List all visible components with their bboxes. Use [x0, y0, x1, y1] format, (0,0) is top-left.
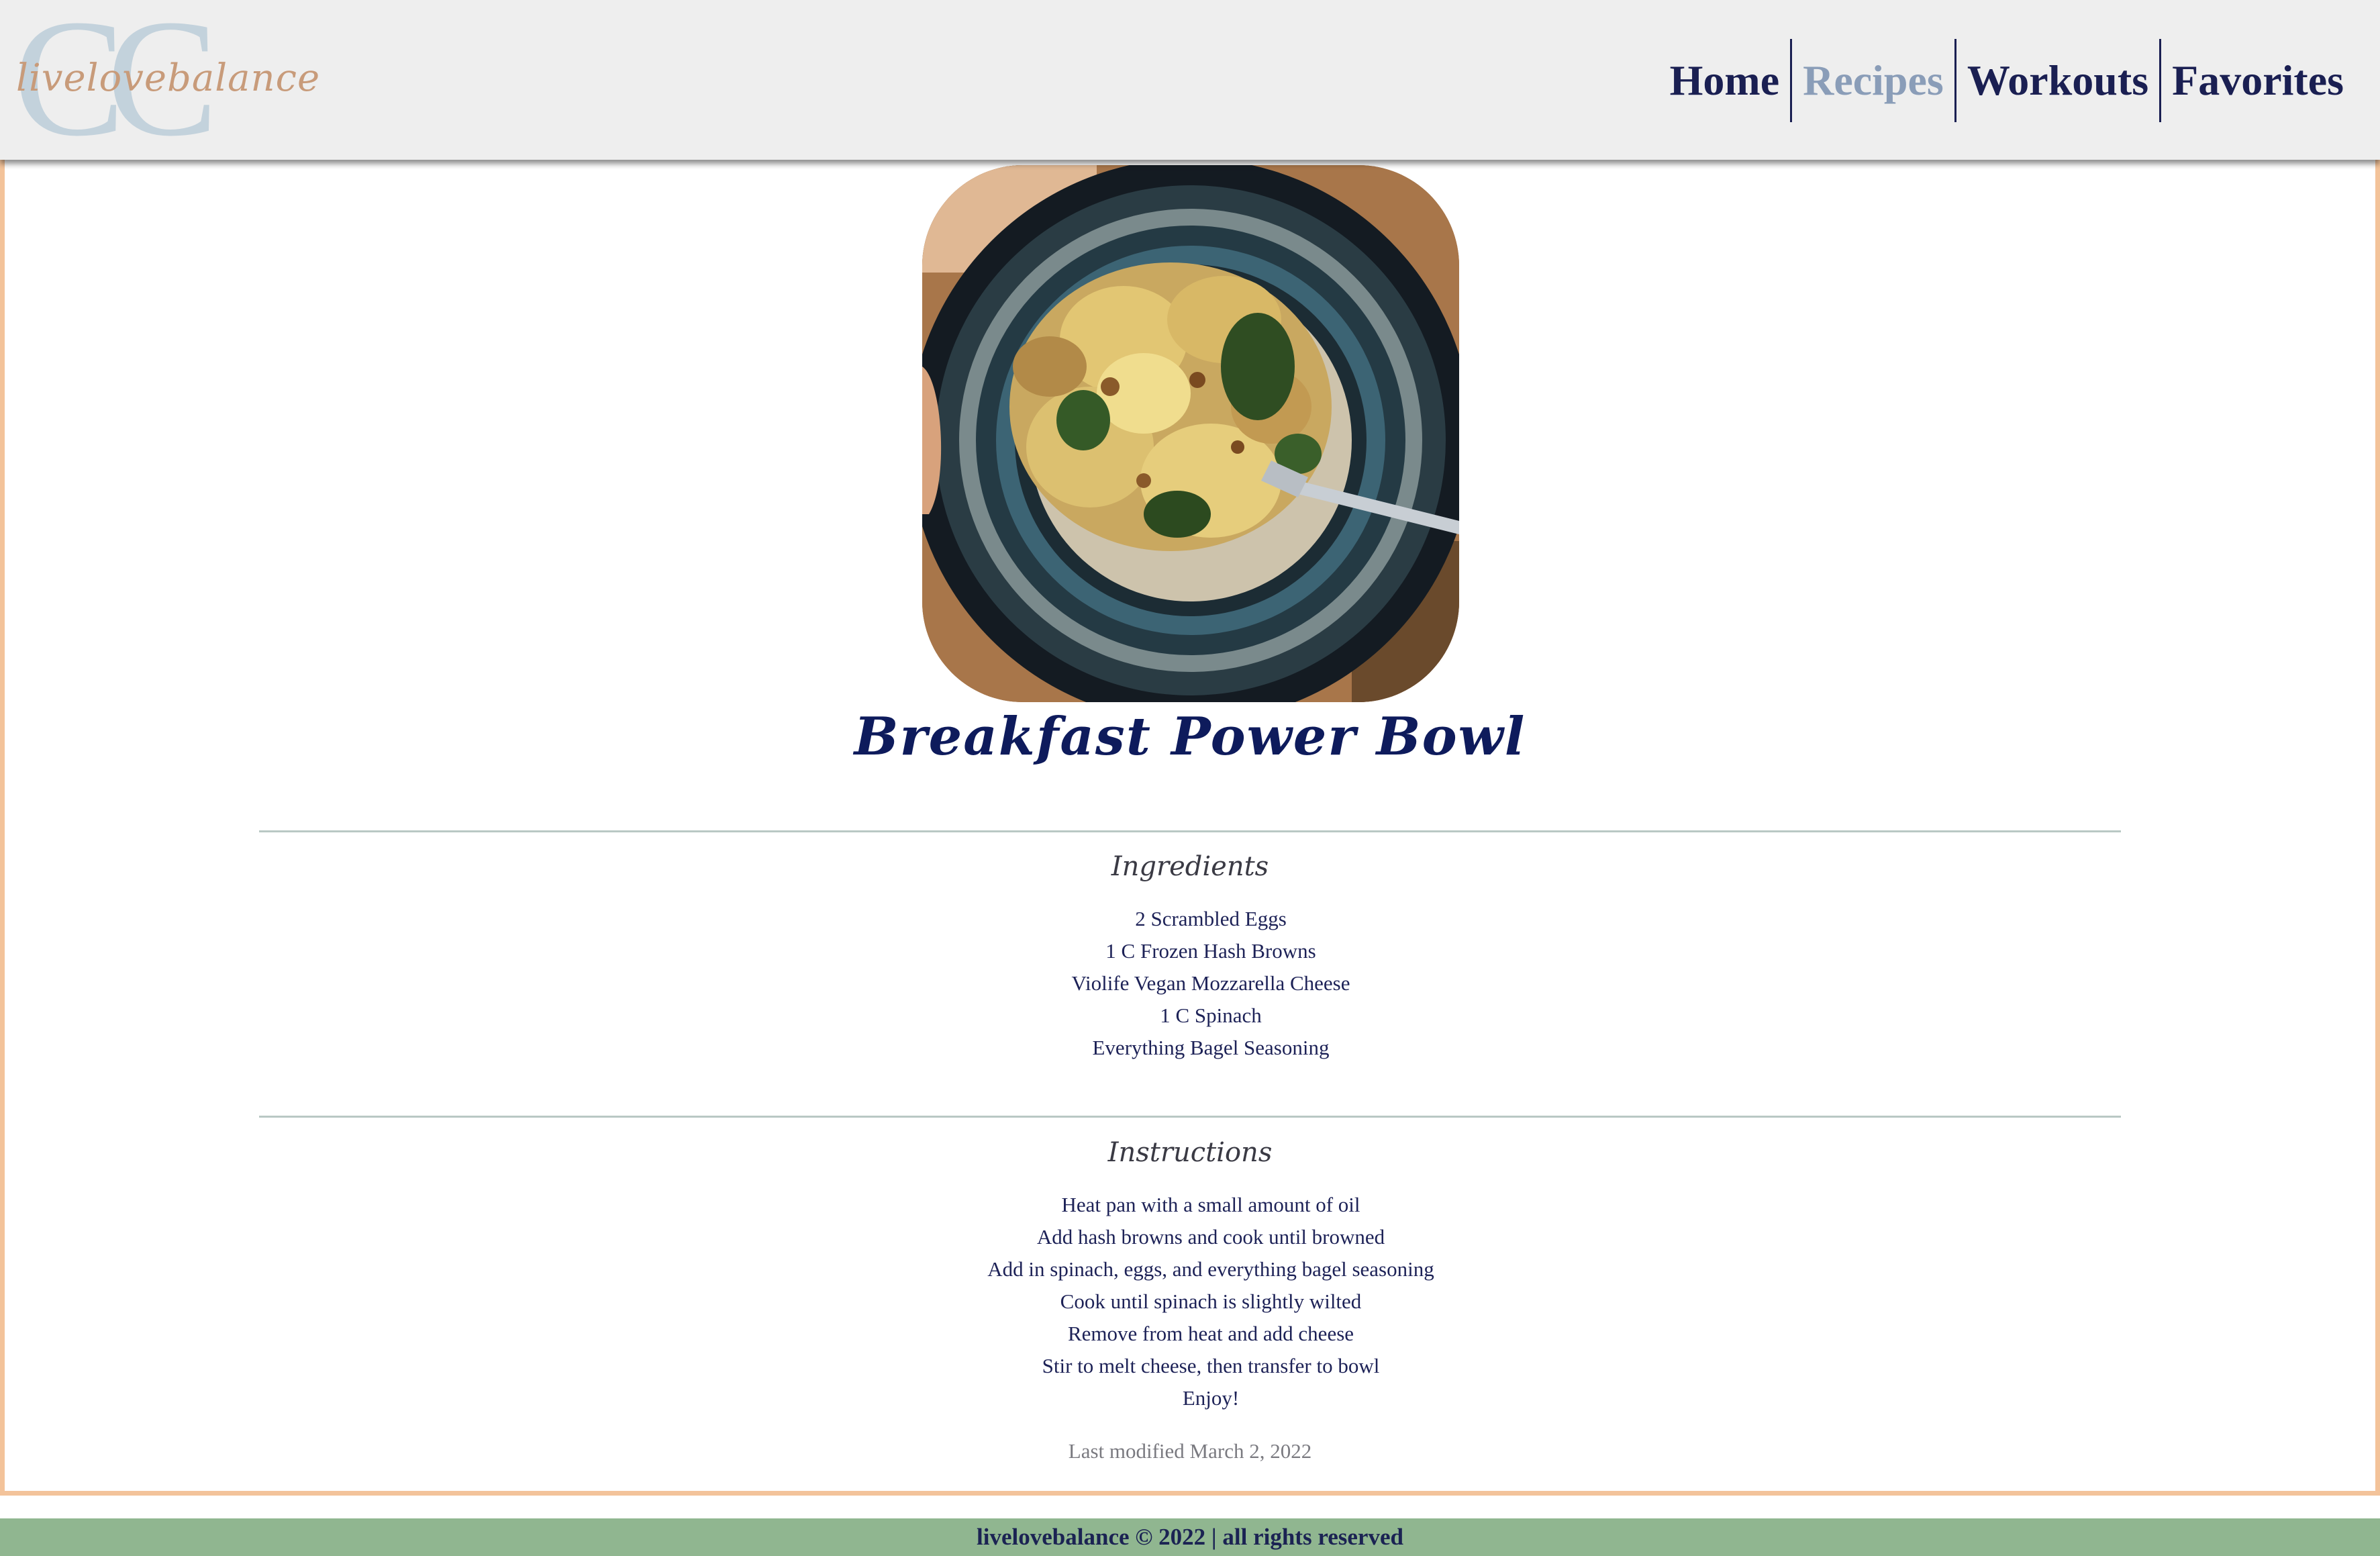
list-item: 1 C Frozen Hash Browns — [1105, 939, 1316, 963]
recipe-title: Breakfast Power Bowl — [854, 706, 1526, 767]
site-logo[interactable]: CC livelovebalance — [13, 0, 319, 162]
divider-ingredients — [259, 830, 2121, 832]
list-item: Add hash browns and cook until browned — [1036, 1225, 1385, 1249]
recipe-photo — [922, 165, 1459, 702]
main-nav: Home Recipes Workouts Favorites — [1659, 39, 2354, 122]
nav-workouts[interactable]: Workouts — [1954, 39, 2159, 122]
list-item: 1 C Spinach — [1160, 1004, 1262, 1027]
nav-recipes[interactable]: Recipes — [1790, 39, 1954, 122]
list-item: Heat pan with a small amount of oil — [1061, 1193, 1360, 1216]
divider-instructions — [259, 1116, 2121, 1118]
site-footer: livelovebalance © 2022 | all rights rese… — [0, 1518, 2380, 1556]
list-item: Add in spinach, eggs, and everything bag… — [987, 1257, 1434, 1281]
list-item: Stir to melt cheese, then transfer to bo… — [1042, 1354, 1380, 1377]
site-header: CC livelovebalance Home Recipes Workouts… — [0, 0, 2380, 162]
list-item: Cook until spinach is slightly wilted — [1060, 1290, 1362, 1313]
list-item: Violife Vegan Mozzarella Cheese — [1071, 971, 1350, 995]
logo-text: livelovebalance — [16, 56, 321, 100]
list-item: 2 Scrambled Eggs — [1135, 907, 1287, 930]
instructions-list: Heat pan with a small amount of oil Add … — [0, 1189, 2380, 1414]
bowl-illustration — [922, 165, 1459, 702]
last-modified: Last modified March 2, 2022 — [1068, 1439, 1312, 1463]
nav-home[interactable]: Home — [1659, 39, 1791, 122]
nav-favorites[interactable]: Favorites — [2159, 39, 2354, 122]
list-item: Enjoy! — [1182, 1386, 1240, 1410]
list-item: Remove from heat and add cheese — [1067, 1322, 1354, 1345]
list-item: Everything Bagel Seasoning — [1092, 1036, 1330, 1059]
ingredients-list: 2 Scrambled Eggs 1 C Frozen Hash Browns … — [0, 903, 2380, 1064]
instructions-heading: Instructions — [1107, 1137, 1273, 1168]
ingredients-heading: Ingredients — [1111, 851, 1269, 882]
